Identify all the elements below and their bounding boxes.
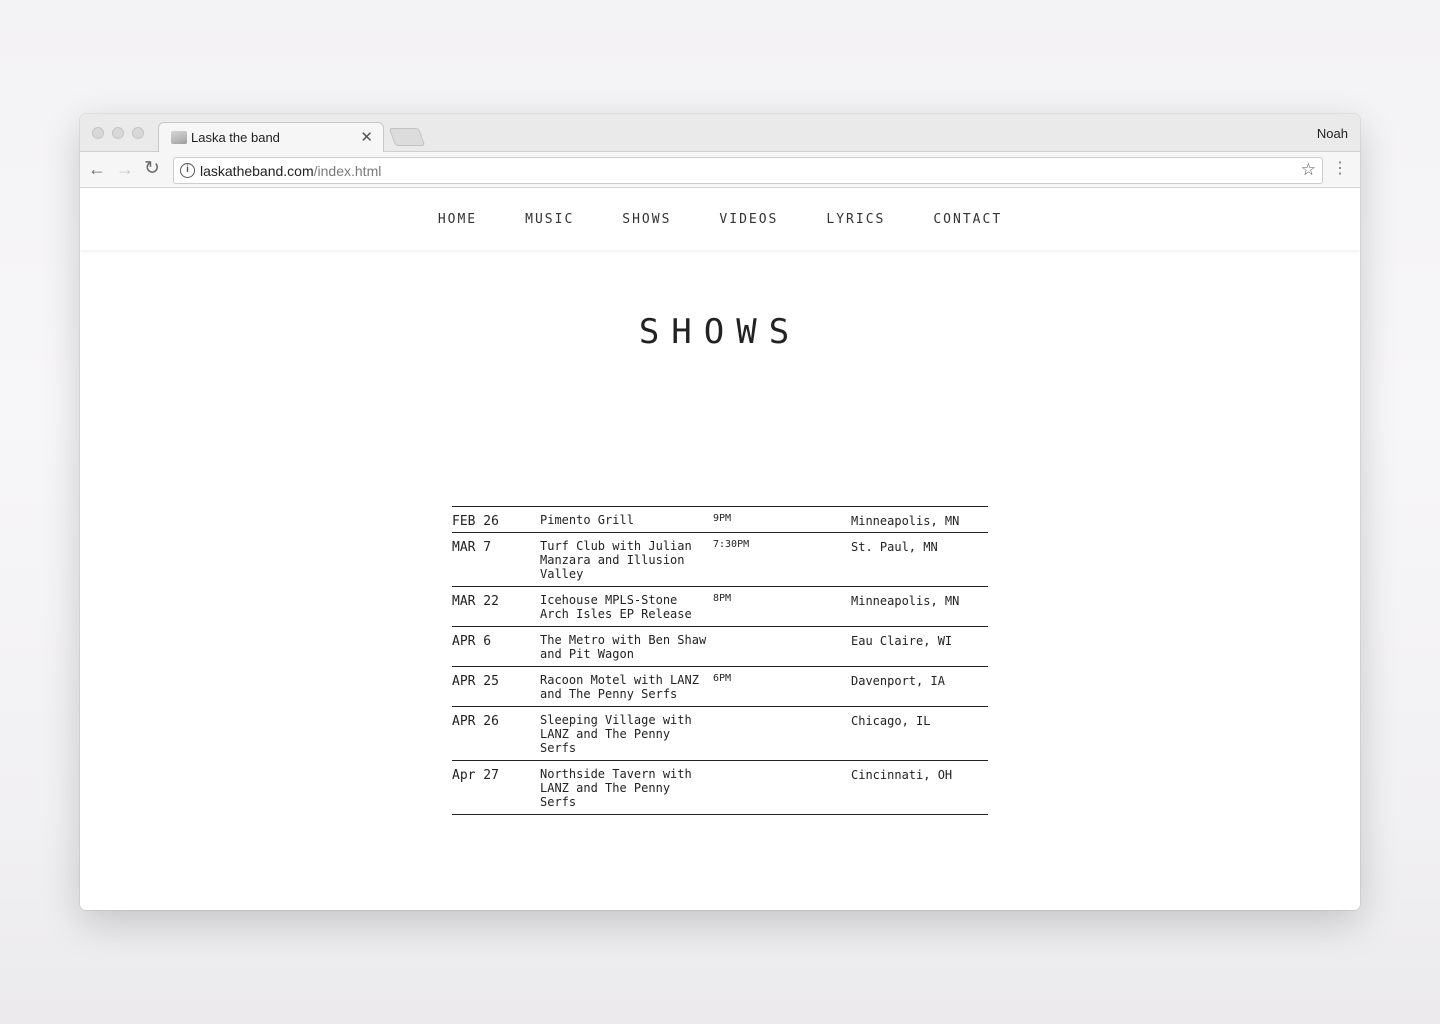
browser-window: Laska the band ✕ Noah ← → ↻ i laskatheba… [80, 114, 1360, 910]
show-venue: The Metro with Ben Shaw and Pit Wagon [540, 633, 707, 661]
info-icon[interactable]: i [180, 163, 195, 178]
page-title: SHOWS [638, 312, 802, 352]
show-time: 9PM [713, 513, 732, 524]
show-date: APR 6 [452, 634, 492, 649]
show-row: MAR 22 Icehouse MPLS-Stone Arch Isles EP… [452, 587, 988, 627]
address-bar[interactable]: i laskatheband.com/index.html ☆ [173, 157, 1323, 184]
show-city: Davenport, IA [851, 674, 945, 688]
tab-bar: Laska the band ✕ Noah [80, 114, 1360, 153]
kebab-menu-icon[interactable]: ⋮ [1332, 159, 1348, 179]
show-row: APR 26 Sleeping Village with LANZ and Th… [452, 707, 988, 761]
tab-close-icon[interactable]: ✕ [360, 128, 373, 146]
bookmark-star-icon[interactable]: ☆ [1301, 160, 1316, 180]
show-date: MAR 22 [452, 594, 499, 609]
show-city: Chicago, IL [851, 714, 931, 728]
show-venue: Northside Tavern with LANZ and The Penny… [540, 767, 692, 809]
show-row: Apr 27 Northside Tavern with LANZ and Th… [452, 761, 988, 815]
show-city: Cincinnati, OH [851, 768, 953, 782]
show-venue: Pimento Grill [540, 513, 634, 527]
nav-shows[interactable]: SHOWS [622, 212, 671, 227]
show-city: Minneapolis, MN [851, 514, 960, 528]
show-venue: Turf Club with Julian Manzara and Illusi… [540, 539, 692, 581]
show-date: MAR 7 [452, 540, 492, 555]
profile-name[interactable]: Noah [1317, 126, 1348, 141]
show-row: MAR 7 Turf Club with Julian Manzara and … [452, 533, 988, 587]
shows-table: FEB 26 Pimento Grill 9PM Minneapolis, MN… [452, 506, 988, 815]
show-row: FEB 26 Pimento Grill 9PM Minneapolis, MN [452, 507, 988, 533]
minimize-window-button[interactable] [112, 127, 124, 139]
show-venue: Icehouse MPLS-Stone Arch Isles EP Releas… [540, 593, 692, 621]
show-time: 6PM [713, 673, 732, 684]
nav-music[interactable]: MUSIC [525, 212, 574, 227]
show-venue: Racoon Motel with LANZ and The Penny Ser… [540, 673, 699, 701]
favicon-icon [171, 131, 187, 144]
nav-contact[interactable]: CONTACT [933, 212, 1002, 227]
close-window-button[interactable] [92, 127, 104, 139]
show-date: FEB 26 [452, 514, 499, 529]
show-date: Apr 27 [452, 768, 499, 783]
show-time: 7:30PM [713, 539, 750, 550]
url-path: /index.html [313, 163, 382, 179]
show-row: APR 6 The Metro with Ben Shaw and Pit Wa… [452, 627, 988, 667]
url-text[interactable]: laskatheband.com/index.html [200, 163, 381, 179]
browser-tab[interactable]: Laska the band ✕ [158, 122, 384, 153]
tab-title: Laska the band [191, 130, 280, 145]
show-row: APR 25 Racoon Motel with LANZ and The Pe… [452, 667, 988, 707]
show-venue: Sleeping Village with LANZ and The Penny… [540, 713, 692, 755]
new-tab-button[interactable] [388, 128, 426, 146]
url-host: laskatheband.com [200, 163, 314, 179]
forward-arrow-icon[interactable]: → [116, 159, 134, 179]
back-arrow-icon[interactable]: ← [88, 159, 106, 179]
nav-lyrics[interactable]: LYRICS [826, 212, 885, 227]
show-city: Minneapolis, MN [851, 594, 960, 608]
browser-toolbar: ← → ↻ i laskatheband.com/index.html ☆ ⋮ [80, 152, 1360, 188]
show-city: Eau Claire, WI [851, 634, 953, 648]
site-navigation: HOME MUSIC SHOWS VIDEOS LYRICS CONTACT [80, 188, 1360, 250]
show-date: APR 25 [452, 674, 499, 689]
zoom-window-button[interactable] [132, 127, 144, 139]
show-date: APR 26 [452, 714, 499, 729]
show-time: 8PM [713, 593, 732, 604]
nav-videos[interactable]: VIDEOS [719, 212, 778, 227]
reload-icon[interactable]: ↻ [144, 159, 160, 179]
nav-home[interactable]: HOME [438, 212, 477, 227]
show-city: St. Paul, MN [851, 540, 938, 554]
